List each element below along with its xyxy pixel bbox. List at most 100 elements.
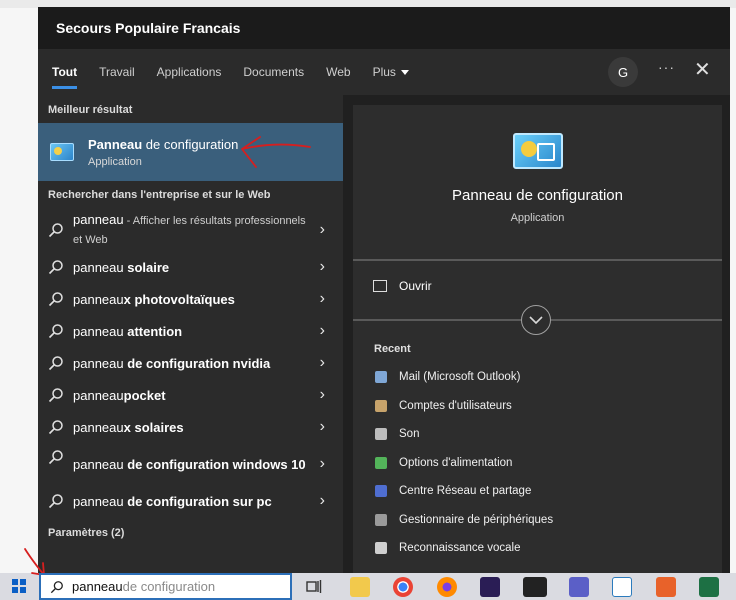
account-avatar[interactable]: G bbox=[608, 57, 638, 87]
web-result-row[interactable]: panneau de configuration sur pc › bbox=[38, 485, 343, 517]
search-icon bbox=[48, 420, 63, 435]
more-options-icon[interactable]: ··· bbox=[658, 59, 675, 75]
best-match-title: Panneau de configuration bbox=[88, 136, 239, 152]
recent-item[interactable]: Mail (Microsoft Outlook) bbox=[353, 363, 722, 392]
search-icon bbox=[48, 356, 63, 371]
search-icon bbox=[48, 388, 63, 403]
device-manager-icon bbox=[375, 513, 387, 526]
web-result-label: panneaux solaires bbox=[73, 419, 184, 435]
tab-plus-label: Plus bbox=[372, 65, 396, 79]
search-icon bbox=[48, 223, 63, 238]
chrome-icon[interactable] bbox=[393, 577, 413, 597]
search-icon bbox=[48, 260, 63, 275]
chevron-down-icon bbox=[400, 70, 409, 76]
battery-icon bbox=[375, 456, 387, 469]
web-result-label: panneau de configuration sur pc bbox=[73, 493, 272, 509]
recent-list: Mail (Microsoft Outlook) Comptes d'utili… bbox=[353, 363, 722, 563]
open-label: Ouvrir bbox=[399, 279, 432, 293]
web-result-label: panneau de configuration windows 10 bbox=[73, 456, 306, 472]
web-result-row[interactable]: panneaux photovoltaïques › bbox=[38, 283, 343, 315]
tab-web[interactable]: Web bbox=[326, 49, 350, 95]
tab-documents[interactable]: Documents bbox=[243, 49, 304, 95]
title-bar: Secours Populaire Francais bbox=[38, 7, 730, 49]
control-panel-icon bbox=[50, 143, 74, 161]
best-match-type: Application bbox=[88, 155, 142, 168]
tab-tout[interactable]: Tout bbox=[52, 49, 78, 95]
firefox-icon[interactable] bbox=[437, 577, 457, 597]
microphone-icon bbox=[375, 542, 387, 555]
app-icon[interactable] bbox=[523, 577, 547, 597]
recent-item[interactable]: Son bbox=[353, 420, 722, 449]
recent-item[interactable]: Reconnaissance vocale bbox=[353, 534, 722, 563]
web-result-label: panneaux photovoltaïques bbox=[73, 291, 235, 307]
chevron-down-icon bbox=[529, 316, 543, 324]
recent-item-label: Gestionnaire de périphériques bbox=[399, 513, 554, 526]
web-result-label: panneau solaire bbox=[73, 259, 170, 275]
search-suggestion-text: de configuration bbox=[122, 579, 216, 594]
preview-subtitle: Application bbox=[510, 212, 565, 224]
search-panel: Secours Populaire Francais Tout Travail … bbox=[38, 7, 730, 573]
file-explorer-icon[interactable] bbox=[350, 577, 370, 597]
expand-button[interactable] bbox=[521, 305, 551, 335]
tab-travail[interactable]: Travail bbox=[99, 49, 135, 95]
sound-icon bbox=[375, 428, 387, 441]
app-icon[interactable] bbox=[656, 577, 676, 597]
chevron-right-icon: › bbox=[319, 386, 325, 403]
control-panel-icon bbox=[512, 133, 563, 169]
recent-item-label: Centre Réseau et partage bbox=[399, 485, 532, 498]
recent-item[interactable]: Centre Réseau et partage bbox=[353, 477, 722, 506]
recent-item-label: Reconnaissance vocale bbox=[399, 542, 521, 555]
recent-item[interactable]: Comptes d'utilisateurs bbox=[353, 392, 722, 421]
chevron-right-icon: › bbox=[319, 290, 325, 307]
web-result-label: panneau attention bbox=[73, 323, 183, 339]
web-result-row[interactable]: panneaupocket › bbox=[38, 379, 343, 411]
web-result-row[interactable]: panneau attention › bbox=[38, 315, 343, 347]
settings-header: Paramètres (2) bbox=[48, 527, 125, 539]
preview-pane: Panneau de configuration Application Ouv… bbox=[353, 105, 722, 573]
open-action[interactable]: Ouvrir bbox=[373, 279, 432, 293]
recent-item[interactable]: Gestionnaire de périphériques bbox=[353, 506, 722, 535]
open-icon bbox=[373, 280, 387, 292]
users-icon bbox=[375, 399, 387, 412]
task-view-icon[interactable] bbox=[306, 579, 322, 594]
annotation-arrow-icon bbox=[241, 136, 311, 168]
phpstorm-icon[interactable] bbox=[480, 577, 500, 597]
recent-item-label: Comptes d'utilisateurs bbox=[399, 399, 512, 412]
web-result-label: panneau de configuration nvidia bbox=[73, 355, 271, 371]
organization-title: Secours Populaire Francais bbox=[56, 20, 241, 36]
search-icon bbox=[48, 292, 63, 307]
web-result-row[interactable]: panneau de configuration windows 10 › bbox=[38, 443, 343, 485]
chevron-right-icon: › bbox=[319, 322, 325, 339]
results-list: Meilleur résultat Panneau de configurati… bbox=[38, 95, 343, 573]
web-result-row[interactable]: panneau de configuration nvidia › bbox=[38, 347, 343, 379]
recent-item[interactable]: Options d'alimentation bbox=[353, 449, 722, 478]
web-search-header: Rechercher dans l'entreprise et sur le W… bbox=[48, 189, 271, 201]
preview-title: Panneau de configuration bbox=[452, 187, 623, 204]
preview-header: Panneau de configuration Application bbox=[353, 105, 722, 261]
recent-item-label: Mail (Microsoft Outlook) bbox=[399, 371, 521, 384]
teams-icon[interactable] bbox=[569, 577, 589, 597]
close-icon[interactable]: ✕ bbox=[694, 57, 711, 82]
excel-icon[interactable] bbox=[699, 577, 719, 597]
web-result-label: panneau - Afficher les résultats profess… bbox=[73, 212, 306, 246]
windows-start-icon[interactable] bbox=[12, 579, 26, 593]
chevron-right-icon: › bbox=[319, 354, 325, 371]
tab-applications[interactable]: Applications bbox=[157, 49, 222, 95]
preview-actions: Ouvrir bbox=[353, 261, 722, 335]
taskbar-search-input[interactable]: panneau de configuration bbox=[39, 573, 292, 600]
app-icon[interactable] bbox=[612, 577, 632, 597]
taskbar: panneau de configuration bbox=[0, 548, 736, 600]
search-icon bbox=[48, 324, 63, 339]
network-icon bbox=[375, 485, 387, 498]
best-match-header: Meilleur résultat bbox=[48, 104, 133, 116]
best-match-item[interactable]: Panneau de configuration Application bbox=[38, 123, 343, 181]
search-typed-text: panneau bbox=[72, 579, 123, 594]
web-result-row[interactable]: panneau - Afficher les résultats profess… bbox=[38, 209, 343, 251]
tab-plus[interactable]: Plus bbox=[373, 49, 409, 95]
search-icon bbox=[48, 494, 63, 509]
recent-item-label: Son bbox=[399, 428, 420, 441]
recent-item-label: Options d'alimentation bbox=[399, 456, 513, 469]
web-result-row[interactable]: panneaux solaires › bbox=[38, 411, 343, 443]
search-icon bbox=[48, 450, 63, 465]
web-result-row[interactable]: panneau solaire › bbox=[38, 251, 343, 283]
